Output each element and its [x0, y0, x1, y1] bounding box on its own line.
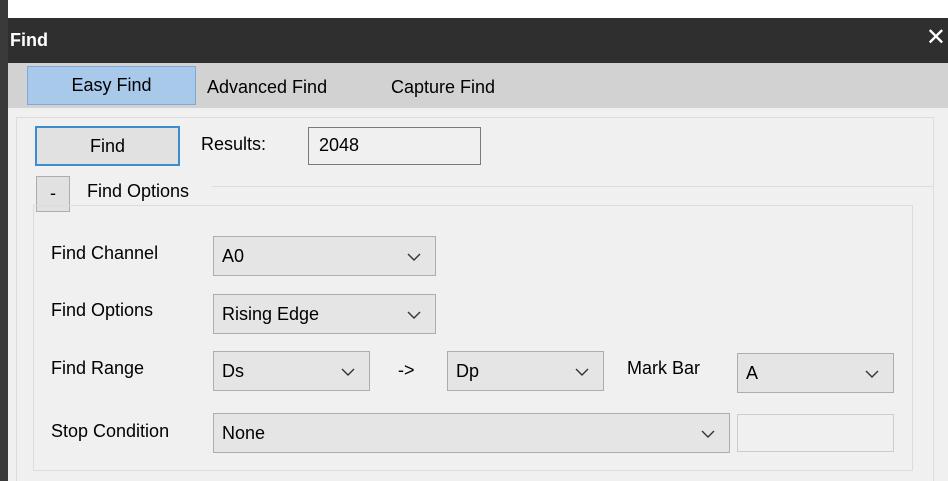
find-options-select[interactable]: Rising Edge [213, 294, 436, 334]
mark-bar-select[interactable]: A [737, 353, 894, 393]
group-divider [212, 186, 934, 187]
range-from-value: Ds [222, 361, 244, 381]
title-bar: Find ✕ [8, 18, 948, 63]
results-label: Results: [201, 134, 267, 154]
find-channel-value: A0 [222, 246, 245, 266]
tab-bar: Easy Find Advanced Find Capture Find [8, 63, 948, 109]
range-from-select[interactable]: Ds [213, 351, 370, 391]
chevron-down-icon [405, 237, 423, 275]
find-options-label: Find Options [51, 300, 154, 320]
window-title: Find [10, 30, 48, 50]
find-options-value: Rising Edge [222, 304, 320, 324]
chevron-down-icon [699, 414, 717, 452]
chevron-down-icon [863, 354, 881, 392]
tab-advanced-find[interactable]: Advanced Find [207, 73, 327, 101]
range-to-value: Dp [456, 361, 480, 381]
find-button[interactable]: Find [35, 126, 180, 166]
find-channel-label: Find Channel [51, 243, 159, 263]
stop-condition-value: None [222, 423, 266, 443]
mark-bar-label: Mark Bar [627, 358, 701, 378]
stop-condition-select[interactable]: None [213, 413, 730, 453]
options-group-title: Find Options [87, 181, 190, 201]
results-field: 2048 [308, 127, 481, 165]
window-frame-left [0, 0, 8, 481]
chevron-down-icon [405, 295, 423, 333]
range-arrow-label: -> [398, 360, 415, 380]
mark-bar-value: A [746, 363, 759, 383]
chevron-down-icon [339, 352, 357, 390]
find-channel-select[interactable]: A0 [213, 236, 436, 276]
find-range-label: Find Range [51, 358, 145, 378]
tab-capture-find[interactable]: Capture Find [391, 73, 495, 101]
tab-easy-find[interactable]: Easy Find [27, 66, 196, 105]
chevron-down-icon [573, 352, 591, 390]
stop-condition-label: Stop Condition [51, 421, 170, 441]
range-to-select[interactable]: Dp [447, 351, 604, 391]
stop-condition-value-field [737, 414, 894, 452]
close-icon[interactable]: ✕ [926, 26, 946, 50]
